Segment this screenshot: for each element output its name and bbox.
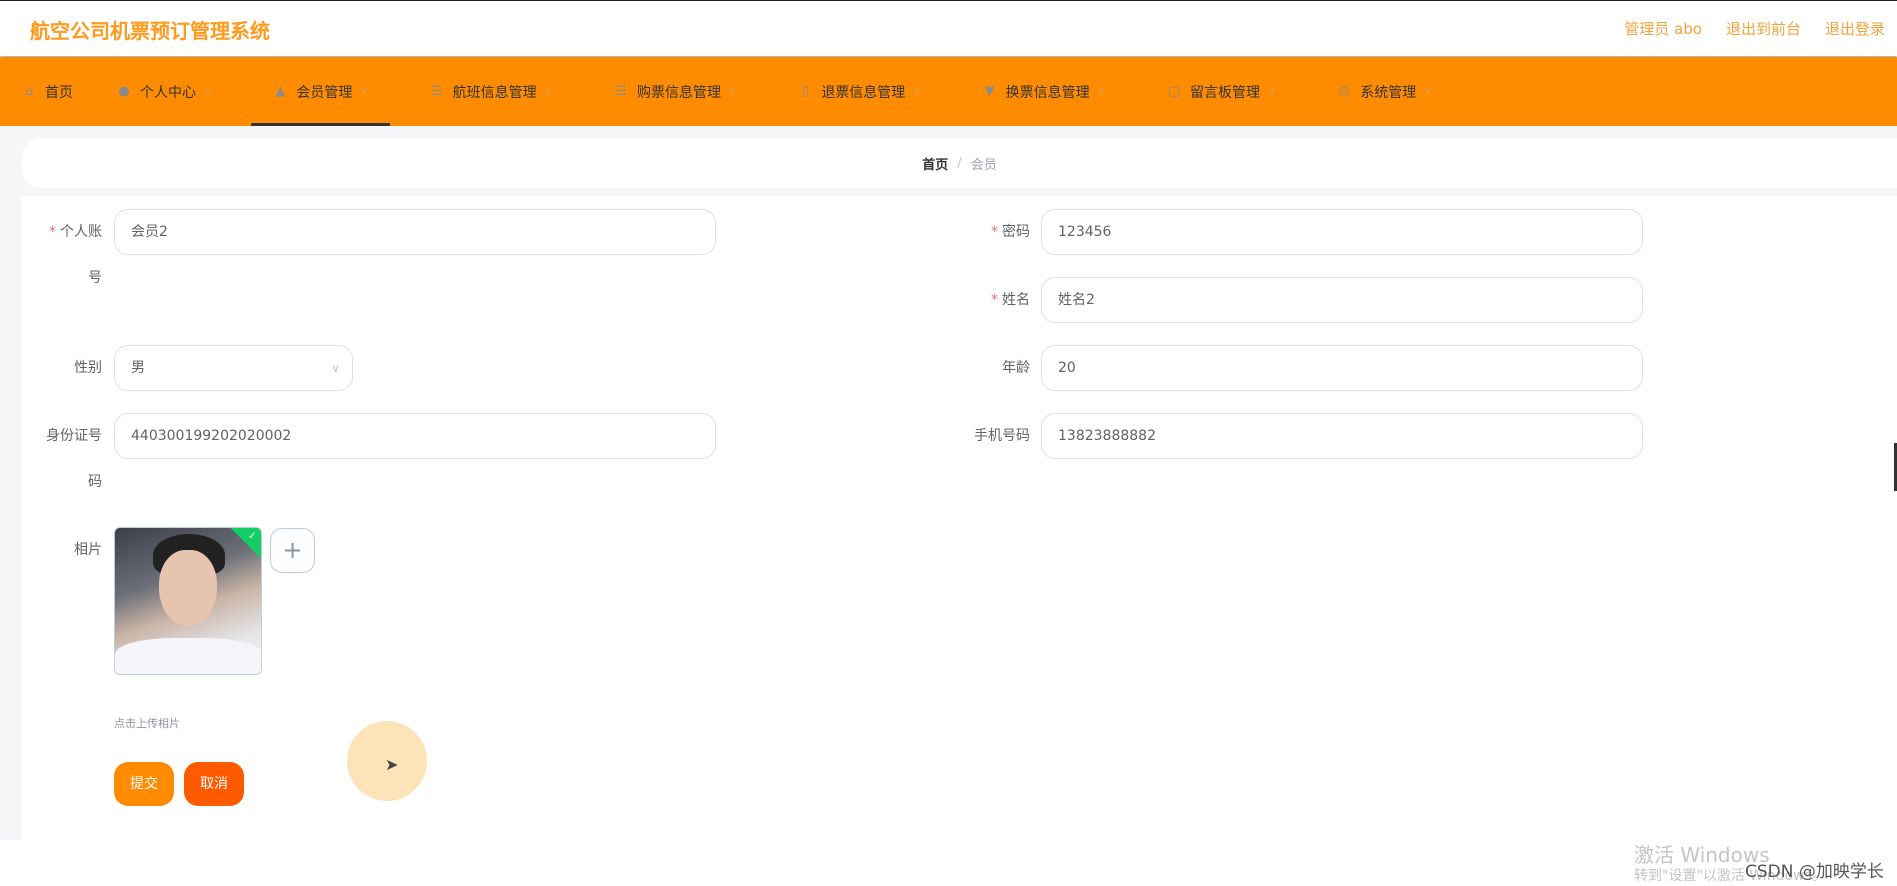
chevron-down-icon: ∨ — [1267, 86, 1276, 97]
idcard-label-wrap: 码 — [88, 474, 102, 490]
name-label: * 姓名 — [991, 292, 1030, 308]
cancel-button[interactable]: 取消 — [184, 762, 244, 806]
message-icon: ▢ — [1167, 84, 1181, 99]
chevron-down-icon: ∨ — [544, 86, 552, 97]
chevron-down-icon: ∨ — [204, 86, 212, 97]
nav-item-4[interactable]: ☰ 购票信息管理 ∨ — [592, 57, 758, 126]
app-title: 航空公司机票预订管理系统 — [30, 19, 270, 43]
document-icon: ▯ — [801, 84, 809, 99]
account-input[interactable]: 会员2 — [114, 209, 716, 255]
check-icon: ✓ — [229, 528, 261, 560]
nav-item-label: 留言板管理 — [1189, 84, 1260, 101]
chevron-down-icon: ∨ — [360, 86, 368, 97]
uploaded-photo[interactable]: ✓ — [114, 527, 262, 675]
nav-item-label: 个人中心 — [140, 84, 196, 101]
upload-hint: 点击上传相片 — [114, 717, 180, 730]
nav-item-label: 会员管理 — [296, 84, 353, 101]
logout-link[interactable]: 退出登录 — [1825, 18, 1885, 39]
account-label-wrap: 号 — [88, 270, 102, 286]
nav-item-label: 航班信息管理 — [452, 84, 537, 101]
list-icon: ☰ — [615, 84, 627, 99]
nav-item-0[interactable]: ⌂ 首页 — [0, 57, 95, 126]
pin-icon: ▼ — [984, 84, 995, 99]
nav-item-1[interactable]: ● 个人中心 ∨ — [95, 57, 233, 126]
back-to-front-link[interactable]: 退出到前台 — [1726, 18, 1801, 39]
idcard-label: 身份证号 — [46, 428, 102, 444]
chevron-down-icon: ∨ — [913, 86, 921, 97]
nav-item-label: 购票信息管理 — [636, 84, 721, 101]
nav-item-2[interactable]: ▲ 会员管理 ∨ — [251, 57, 390, 126]
breadcrumb: 首页 / 会员 — [22, 138, 1897, 188]
account-label: * 个人账 — [49, 224, 102, 240]
gender-label: 性别 — [74, 360, 102, 376]
password-input[interactable]: 123456 — [1041, 209, 1643, 255]
chevron-down-icon: ∨ — [1097, 86, 1105, 97]
breadcrumb-current: 会员 — [970, 157, 997, 173]
idcard-input[interactable]: 440300199202020002 — [114, 413, 716, 459]
nav-item-6[interactable]: ▼ 换票信息管理 ∨ — [961, 57, 1127, 126]
submit-button[interactable]: 提交 — [114, 762, 174, 806]
chevron-down-icon: ∨ — [1424, 86, 1432, 97]
list-icon: ☰ — [430, 84, 443, 99]
settings-icon: ◎ — [1338, 84, 1350, 99]
home-icon: ⌂ — [24, 84, 34, 99]
user-icon: ● — [118, 84, 130, 99]
top-header: 航空公司机票预订管理系统 管理员 abo 退出到前台 退出登录 — [0, 0, 1897, 56]
gender-select[interactable]: 男 ∨ — [114, 345, 353, 391]
phone-label: 手机号码 — [974, 428, 1030, 444]
photo-label: 相片 — [74, 542, 102, 558]
phone-input[interactable]: 13823888882 — [1041, 413, 1643, 459]
breadcrumb-home[interactable]: 首页 — [922, 154, 948, 173]
nav-item-label: 退票信息管理 — [821, 84, 906, 101]
nav-item-label: 首页 — [45, 84, 73, 101]
current-user: 管理员 abo — [1624, 20, 1702, 38]
name-input[interactable]: 姓名2 — [1041, 277, 1643, 323]
nav-item-label: 系统管理 — [1360, 84, 1417, 101]
nav-item-5[interactable]: ▯ 退票信息管理 ∨ — [776, 57, 942, 126]
nav-item-7[interactable]: ▢ 留言板管理 ∨ — [1145, 57, 1297, 126]
csdn-watermark: CSDN @加映学长 — [1745, 862, 1884, 882]
chevron-down-icon: ∨ — [728, 86, 737, 97]
mouse-cursor-highlight: ➤ — [347, 721, 427, 801]
main-nav: ⌂ 首页 ● 个人中心 ∨ ▲ 会员管理 ∨ ☰ 航班信息管理 ∨ ☰ 购票信息管理 ∨ ▯ 退票信息管理 ∨ ▼… — [0, 57, 1897, 126]
upload-plus-button[interactable]: + — [270, 528, 315, 573]
member-icon: ▲ — [275, 84, 286, 99]
breadcrumb-separator: / — [957, 155, 962, 171]
nav-item-3[interactable]: ☰ 航班信息管理 ∨ — [408, 57, 574, 126]
age-label: 年龄 — [1002, 360, 1030, 376]
age-input[interactable]: 20 — [1041, 345, 1643, 391]
chevron-down-icon: ∨ — [331, 361, 340, 375]
cursor-icon: ➤ — [385, 755, 399, 774]
password-label: * 密码 — [991, 224, 1030, 240]
nav-item-8[interactable]: ◎ 系统管理 ∨ — [1315, 57, 1453, 126]
nav-item-label: 换票信息管理 — [1005, 84, 1090, 101]
